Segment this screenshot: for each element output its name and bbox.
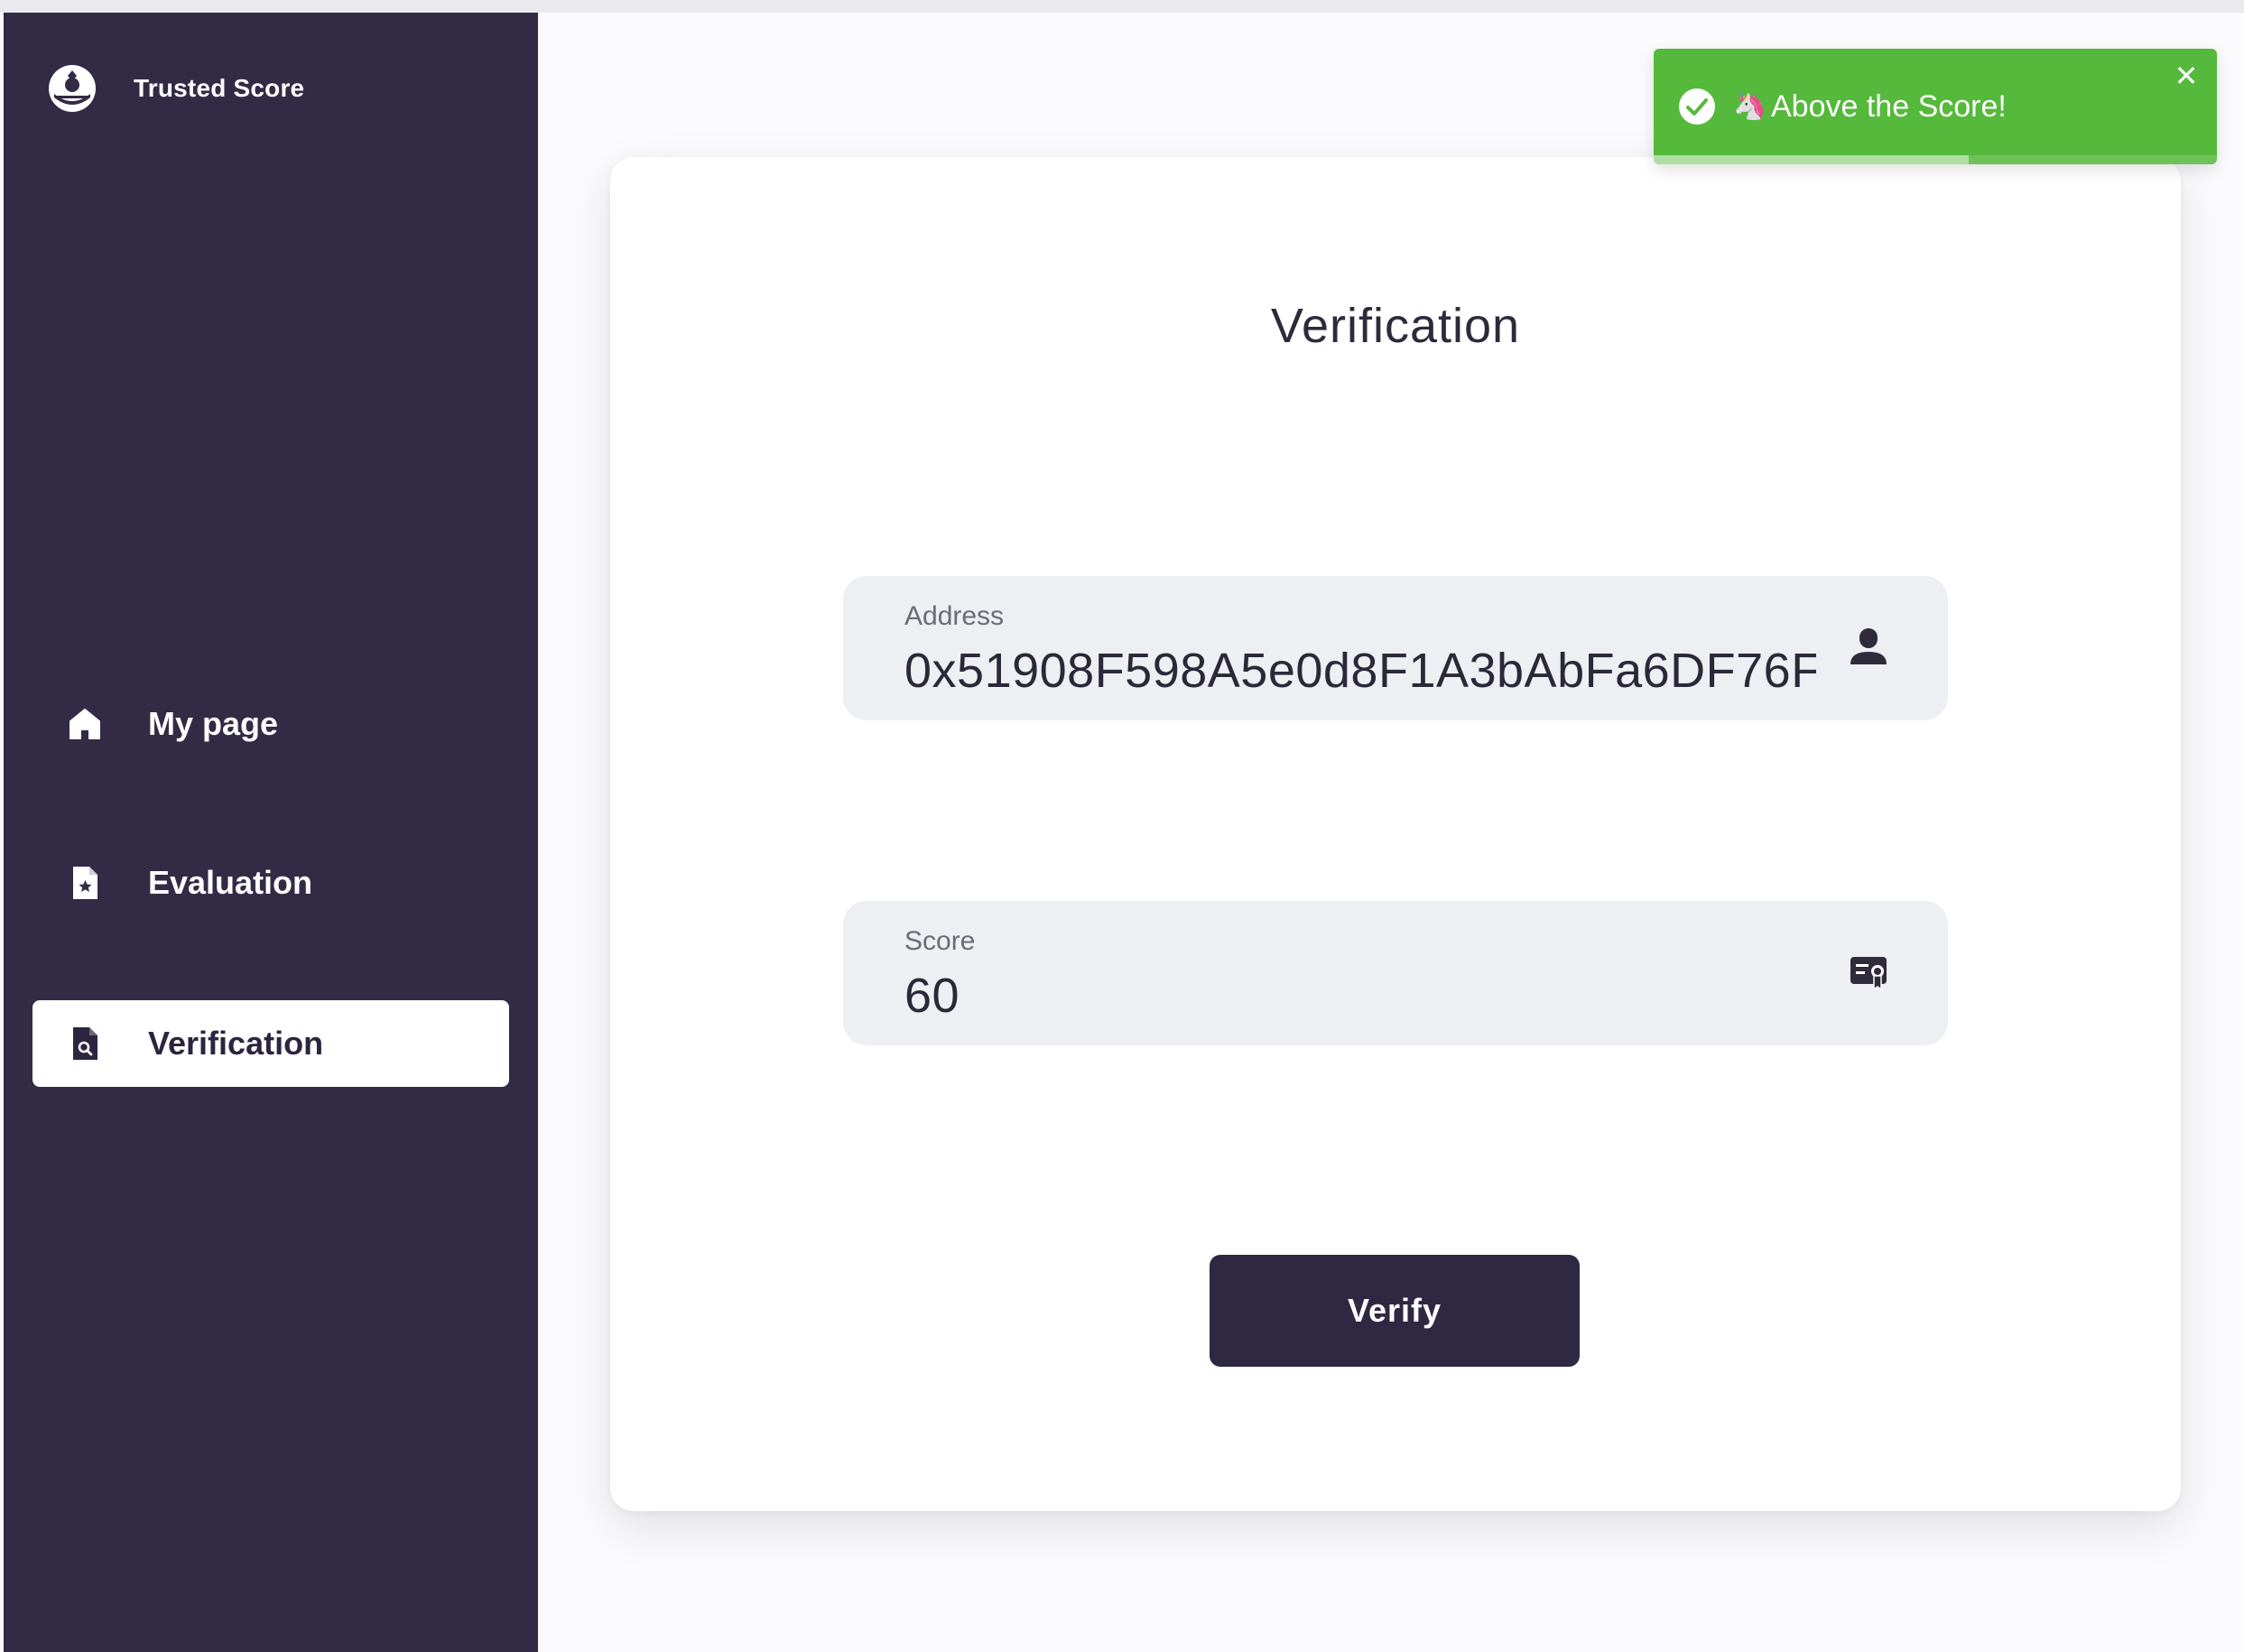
toast-progress-bar — [1654, 155, 1970, 164]
close-icon[interactable]: ✕ — [2172, 61, 2201, 90]
browser-top-strip — [0, 0, 2244, 13]
unicorn-icon: 🦄 — [1733, 91, 1767, 121]
brand[interactable]: Trusted Score — [47, 52, 304, 125]
score-input[interactable]: 60 — [904, 968, 1816, 1024]
user-icon — [1850, 628, 1887, 664]
sidebar-item-label: Evaluation — [148, 864, 313, 901]
sidebar-item-evaluation[interactable]: Evaluation — [32, 840, 509, 926]
document-star-icon — [73, 867, 97, 899]
score-field[interactable]: Score 60 — [843, 901, 1948, 1045]
page-title: Verification — [1270, 299, 1521, 353]
sidebar-item-my-page[interactable]: My page — [32, 681, 509, 767]
sidebar-item-verification[interactable]: Verification — [32, 1000, 509, 1087]
trusted-score-logo-icon — [49, 65, 96, 112]
home-icon — [70, 709, 100, 739]
success-toast[interactable]: 🦄 Above the Score! ✕ — [1654, 49, 2217, 164]
sidebar-item-label: Verification — [148, 1025, 324, 1062]
app-name: Trusted Score — [134, 74, 305, 102]
document-search-icon — [73, 1027, 97, 1060]
score-label: Score — [904, 926, 976, 956]
check-circle-icon — [1679, 88, 1715, 125]
verify-button[interactable]: Verify — [1210, 1255, 1580, 1367]
toast-message: Above the Score! — [1771, 89, 2007, 124]
verification-card: Verification Address 0x51908F598A5e0d8F1… — [610, 157, 2181, 1511]
sidebar: Trusted Score My page Evaluation Verific… — [4, 13, 538, 1652]
address-field[interactable]: Address 0x51908F598A5e0d8F1A3bAbFa6DF76F… — [843, 576, 1948, 720]
toast-progress-track — [1654, 155, 2217, 164]
address-label: Address — [904, 601, 1005, 631]
certificate-icon — [1850, 957, 1887, 991]
address-input[interactable]: 0x51908F598A5e0d8F1A3bAbFa6DF76F9 — [904, 643, 1816, 699]
sidebar-item-label: My page — [148, 705, 279, 742]
